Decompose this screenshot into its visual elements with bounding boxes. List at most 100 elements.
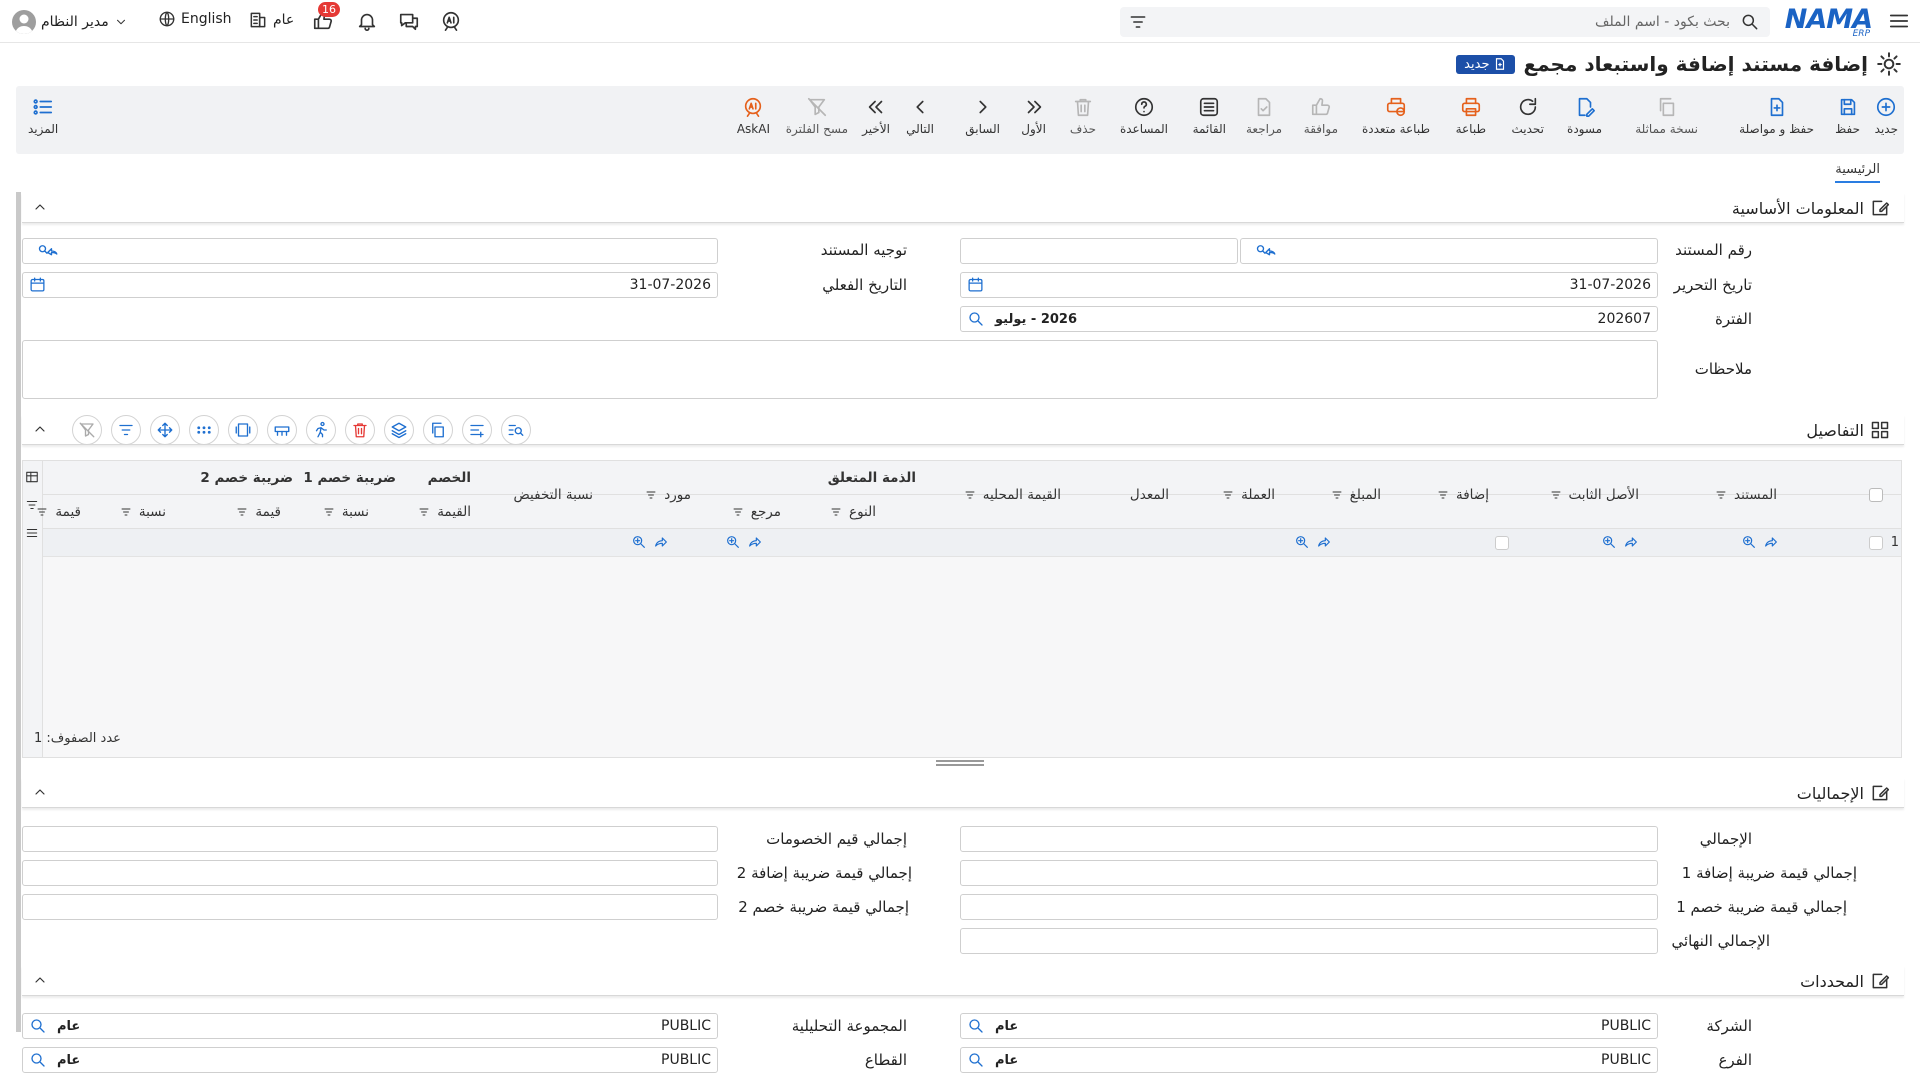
search-icon[interactable] xyxy=(1740,12,1760,32)
save-continue-button[interactable]: حفظ و مواصلة xyxy=(1739,96,1814,136)
calendar-icon[interactable] xyxy=(967,276,984,293)
new-button[interactable]: جديد xyxy=(1875,96,1898,136)
calendar-icon[interactable] xyxy=(29,276,46,293)
disc-tax2-field[interactable] xyxy=(22,894,718,920)
chat-icon[interactable] xyxy=(398,10,420,32)
row-asset-lookup[interactable] xyxy=(1601,534,1639,550)
col-tax1-pct[interactable]: نسبة xyxy=(322,504,369,520)
grid-list-button[interactable] xyxy=(462,415,492,445)
col-tax2-pct[interactable]: نسبة xyxy=(119,504,166,520)
doc-number-extra-field[interactable] xyxy=(960,238,1238,264)
hamburger-menu-icon[interactable] xyxy=(1888,10,1910,32)
grid-copy-button[interactable] xyxy=(423,415,453,445)
grid-filter-button[interactable] xyxy=(111,415,141,445)
more-button[interactable]: المزيد xyxy=(28,96,58,136)
edit-date-field[interactable]: 31-07-2026 xyxy=(960,272,1658,298)
doc-direction-field[interactable] xyxy=(22,238,718,264)
add-tax1-field[interactable] xyxy=(960,860,1658,886)
table-icon[interactable] xyxy=(25,470,39,484)
filter-icon[interactable] xyxy=(1128,12,1148,32)
rows-icon[interactable] xyxy=(25,526,39,540)
grid-dots-button[interactable] xyxy=(189,415,219,445)
notes-textarea[interactable] xyxy=(22,340,1658,399)
add-tax2-field[interactable] xyxy=(22,860,718,886)
language-switch[interactable]: English xyxy=(158,10,232,28)
draft-button[interactable]: مسودة xyxy=(1567,96,1602,136)
select-all-checkbox[interactable] xyxy=(1869,488,1883,502)
grid-delete-button[interactable] xyxy=(345,415,375,445)
col-tax1-val[interactable]: قيمة xyxy=(235,504,281,520)
col-type[interactable]: النوع xyxy=(829,504,876,520)
period-field[interactable]: 202607 2026 - يوليو xyxy=(960,306,1658,332)
grid-run-button[interactable] xyxy=(306,415,336,445)
col-currency[interactable]: العملة xyxy=(1221,487,1275,503)
multi-print-button[interactable]: طباعة متعددة xyxy=(1362,96,1430,136)
row-doc-lookup[interactable] xyxy=(1741,534,1779,550)
ai-assistant-icon[interactable] xyxy=(440,10,462,32)
col-asset[interactable]: الأصل الثابت xyxy=(1549,487,1639,503)
branch-field[interactable]: PUBLIC عام xyxy=(960,1047,1658,1073)
col-add[interactable]: إضافة xyxy=(1436,487,1489,503)
list-button[interactable]: القائمة xyxy=(1193,96,1226,136)
col-amount[interactable]: المبلغ xyxy=(1330,487,1381,503)
table-row[interactable]: 1 xyxy=(43,529,1901,557)
nama-logo[interactable]: NAMA ERP xyxy=(1785,4,1873,39)
row-checkbox[interactable] xyxy=(1869,536,1883,550)
chevron-up-icon[interactable] xyxy=(32,972,48,988)
search-plus-icon[interactable] xyxy=(29,1017,47,1035)
bell-icon[interactable] xyxy=(356,10,378,32)
discounts-total-field[interactable] xyxy=(22,826,718,852)
scope-selector[interactable]: عام xyxy=(248,10,294,30)
tab-home[interactable]: الرئيسية xyxy=(1835,162,1880,183)
col-disc-value[interactable]: القيمة xyxy=(417,504,471,520)
grid-clear-filter-button[interactable] xyxy=(72,415,102,445)
col-doc[interactable]: المستند xyxy=(1714,487,1777,503)
grid-move-button[interactable] xyxy=(150,415,180,445)
print-button[interactable]: طباعة xyxy=(1456,96,1486,136)
group-field[interactable]: PUBLIC عام xyxy=(22,1013,718,1039)
left-scroll-rail[interactable] xyxy=(16,192,21,1032)
next-button[interactable]: التالي xyxy=(906,96,934,136)
col-rate[interactable]: المعدل xyxy=(1130,487,1169,503)
search-icon[interactable] xyxy=(967,310,985,328)
row-currency-lookup[interactable] xyxy=(1294,534,1332,550)
section-dims-header[interactable]: المحددات xyxy=(22,966,1904,996)
help-button[interactable]: المساعدة xyxy=(1120,96,1168,136)
row-add-checkbox[interactable] xyxy=(1495,536,1509,550)
section-totals-header[interactable]: الإجماليات xyxy=(22,778,1904,808)
row-ref-lookup[interactable] xyxy=(725,534,763,550)
search-plus-icon[interactable] xyxy=(29,1051,47,1069)
row-supplier-lookup[interactable] xyxy=(631,534,669,550)
save-button[interactable]: حفظ xyxy=(1835,96,1860,136)
grid-resize-handle[interactable] xyxy=(936,760,984,766)
doc-number-field[interactable] xyxy=(1240,238,1658,264)
refresh-button[interactable]: تحديث xyxy=(1511,96,1544,136)
grid-fit-button[interactable] xyxy=(228,415,258,445)
sector-field[interactable]: PUBLIC عام xyxy=(22,1047,718,1073)
col-tax2-val[interactable]: قيمة xyxy=(35,504,81,520)
search-input[interactable] xyxy=(1170,11,1730,33)
search-plus-icon[interactable] xyxy=(967,1051,985,1069)
section-basic-header[interactable]: المعلومات الأساسية xyxy=(22,193,1904,223)
chevron-up-icon[interactable] xyxy=(32,421,48,437)
first-button[interactable]: الأول xyxy=(1021,96,1046,136)
user-menu[interactable]: مدير النظام xyxy=(12,10,128,34)
chevron-up-icon[interactable] xyxy=(32,199,48,215)
col-ref[interactable]: مرجع xyxy=(731,504,781,520)
chevron-up-icon[interactable] xyxy=(32,784,48,800)
col-local-value[interactable]: القيمة المحليه xyxy=(963,487,1061,503)
col-disc-pct[interactable]: نسبة التخفيض xyxy=(514,487,594,503)
actual-date-field[interactable]: 31-07-2026 xyxy=(22,272,718,298)
total-field[interactable] xyxy=(960,826,1658,852)
last-button[interactable]: الأخير xyxy=(862,96,890,136)
lookup-icons[interactable] xyxy=(1247,242,1283,260)
likes-notification[interactable]: 16 xyxy=(312,2,340,32)
prev-button[interactable]: السابق xyxy=(965,96,1000,136)
askai-button[interactable]: AskAI xyxy=(737,96,770,136)
col-supplier[interactable]: مورد xyxy=(644,487,691,503)
grid-layers-button[interactable] xyxy=(384,415,414,445)
grid-columns-button[interactable] xyxy=(267,415,297,445)
company-field[interactable]: PUBLIC عام xyxy=(960,1013,1658,1039)
search-plus-icon[interactable] xyxy=(967,1017,985,1035)
grid-search-button[interactable] xyxy=(501,415,531,445)
